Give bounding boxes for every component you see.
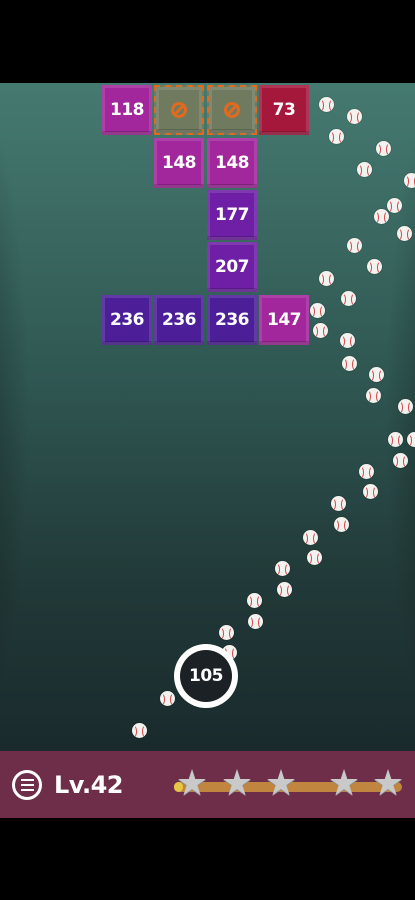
left-wall [0,83,30,751]
ball [307,550,322,565]
star-icon: ★ [264,763,298,804]
ball [319,97,334,112]
ball [247,593,262,608]
ball [334,517,349,532]
ball [132,723,147,738]
brick: 118 [102,85,152,135]
menu-button[interactable] [12,770,42,800]
ball-count: 105 [180,650,232,702]
ball [367,259,382,274]
ball-launcher[interactable]: 105 [174,644,238,708]
ball [319,271,334,286]
no-entry-icon [171,102,187,118]
menu-icon-line [20,779,34,781]
top-black-bar [0,0,415,83]
ball [347,238,362,253]
brick: 207 [207,242,257,292]
ball [248,614,263,629]
brick: 236 [207,295,257,345]
ball [363,484,378,499]
ball [398,399,413,414]
ball [388,432,403,447]
ball [387,198,402,213]
star-icon: ★ [327,763,361,804]
playfield[interactable]: 118 73 148 148 177 207 236 236 236 147 1… [0,83,415,751]
bottom-black-bar [0,818,415,900]
menu-icon-line [20,784,34,786]
brick: 177 [207,190,257,240]
ball [329,129,344,144]
ball [393,453,408,468]
ball [277,582,292,597]
ball [331,496,346,511]
no-entry-icon [224,102,240,118]
ball [160,691,175,706]
ball [342,356,357,371]
ball [376,141,391,156]
star-icon: ★ [175,763,209,804]
ball [366,388,381,403]
star-icon: ★ [220,763,254,804]
brick: 236 [102,295,152,345]
ball [313,323,328,338]
locked-brick [207,85,257,135]
menu-icon-line [20,789,34,791]
ball [357,162,372,177]
level-label: Lv.42 [54,771,124,799]
brick: 236 [154,295,204,345]
ball [407,432,415,447]
ball [374,209,389,224]
ball [404,173,415,188]
brick: 148 [154,138,204,188]
ball [359,464,374,479]
brick: 73 [259,85,309,135]
ball [369,367,384,382]
ball [303,530,318,545]
ball [341,291,356,306]
brick: 147 [259,295,309,345]
ball [275,561,290,576]
ball [219,625,234,640]
ball [347,109,362,124]
locked-brick [154,85,204,135]
brick: 148 [207,138,257,188]
bottom-hud: Lv.42 ★ ★ ★ ★ ★ [0,751,415,818]
ball [397,226,412,241]
ball [310,303,325,318]
ball [340,333,355,348]
star-icon: ★ [371,763,405,804]
